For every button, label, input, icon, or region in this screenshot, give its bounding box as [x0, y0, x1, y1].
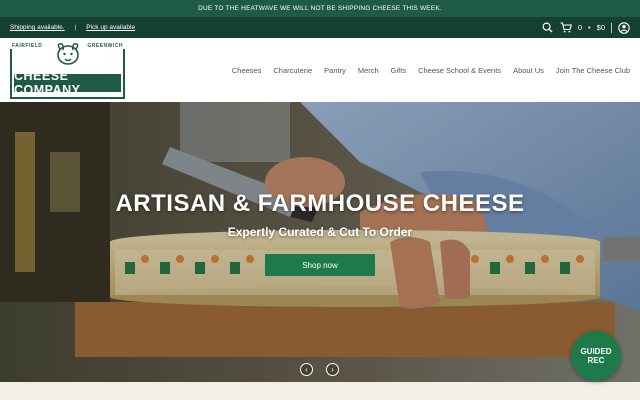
page-section-strip — [0, 382, 640, 400]
nav-item-cheese-club[interactable]: Join The Cheese Club — [556, 66, 630, 75]
guided-rec-line2: REC — [587, 356, 605, 365]
logo-town-left: FAIRFIELD — [10, 43, 45, 49]
logo-name: CHEESE COMPANY — [14, 69, 121, 97]
utility-divider — [611, 22, 612, 33]
main-nav: Cheeses Charcuterie Pantry Merch Gifts C… — [232, 66, 630, 75]
utility-separator: | — [74, 24, 77, 31]
account-icon[interactable] — [618, 21, 630, 34]
next-slide-button[interactable]: › — [326, 363, 339, 376]
hero-image — [0, 102, 640, 382]
search-icon[interactable] — [542, 22, 554, 34]
logo-town-right: GREENWICH — [85, 43, 125, 49]
cart-total[interactable]: $0 — [597, 23, 605, 32]
guided-rec-line1: GUIDED — [580, 346, 612, 356]
hero-title: ARTISAN & FARMHOUSE CHEESE — [115, 190, 525, 217]
chevron-right-icon: › — [331, 365, 334, 374]
goat-logo-icon — [52, 41, 84, 67]
cart-count[interactable]: 0 — [578, 23, 582, 32]
guided-rec-button[interactable]: GUIDED REC — [571, 331, 621, 381]
nav-item-gifts[interactable]: Gifts — [391, 66, 406, 75]
hero-banner: ARTISAN & FARMHOUSE CHEESE Expertly Cura… — [0, 102, 640, 382]
shop-now-button[interactable]: Shop now — [265, 254, 375, 276]
prev-slide-button[interactable]: ‹ — [300, 363, 313, 376]
announcement-text: DUE TO THE HEATWAVE WE WILL NOT BE SHIPP… — [198, 5, 442, 12]
cart-icon[interactable] — [560, 22, 572, 34]
announcement-bar: DUE TO THE HEATWAVE WE WILL NOT BE SHIPP… — [0, 0, 640, 17]
pickup-link[interactable]: Pick up available — [86, 24, 135, 31]
utility-actions: 0 • $0 — [542, 21, 630, 34]
nav-item-charcuterie[interactable]: Charcuterie — [273, 66, 312, 75]
hero-subtitle: Expertly Curated & Cut To Order — [227, 225, 413, 239]
utility-bar: Shipping available. | Pick up available … — [0, 17, 640, 38]
nav-item-pantry[interactable]: Pantry — [324, 66, 346, 75]
cart-dot: • — [588, 23, 591, 32]
chevron-left-icon: ‹ — [305, 365, 308, 374]
nav-item-about[interactable]: About Us — [513, 66, 544, 75]
nav-item-cheese-school[interactable]: Cheese School & Events — [418, 66, 501, 75]
site-header: FAIRFIELD GREENWICH CHEESE COMPANY Chees… — [0, 38, 640, 102]
nav-item-cheeses[interactable]: Cheeses — [232, 66, 262, 75]
nav-item-merch[interactable]: Merch — [358, 66, 379, 75]
site-logo[interactable]: FAIRFIELD GREENWICH CHEESE COMPANY — [10, 41, 125, 99]
shipping-link[interactable]: Shipping available. — [10, 24, 65, 31]
